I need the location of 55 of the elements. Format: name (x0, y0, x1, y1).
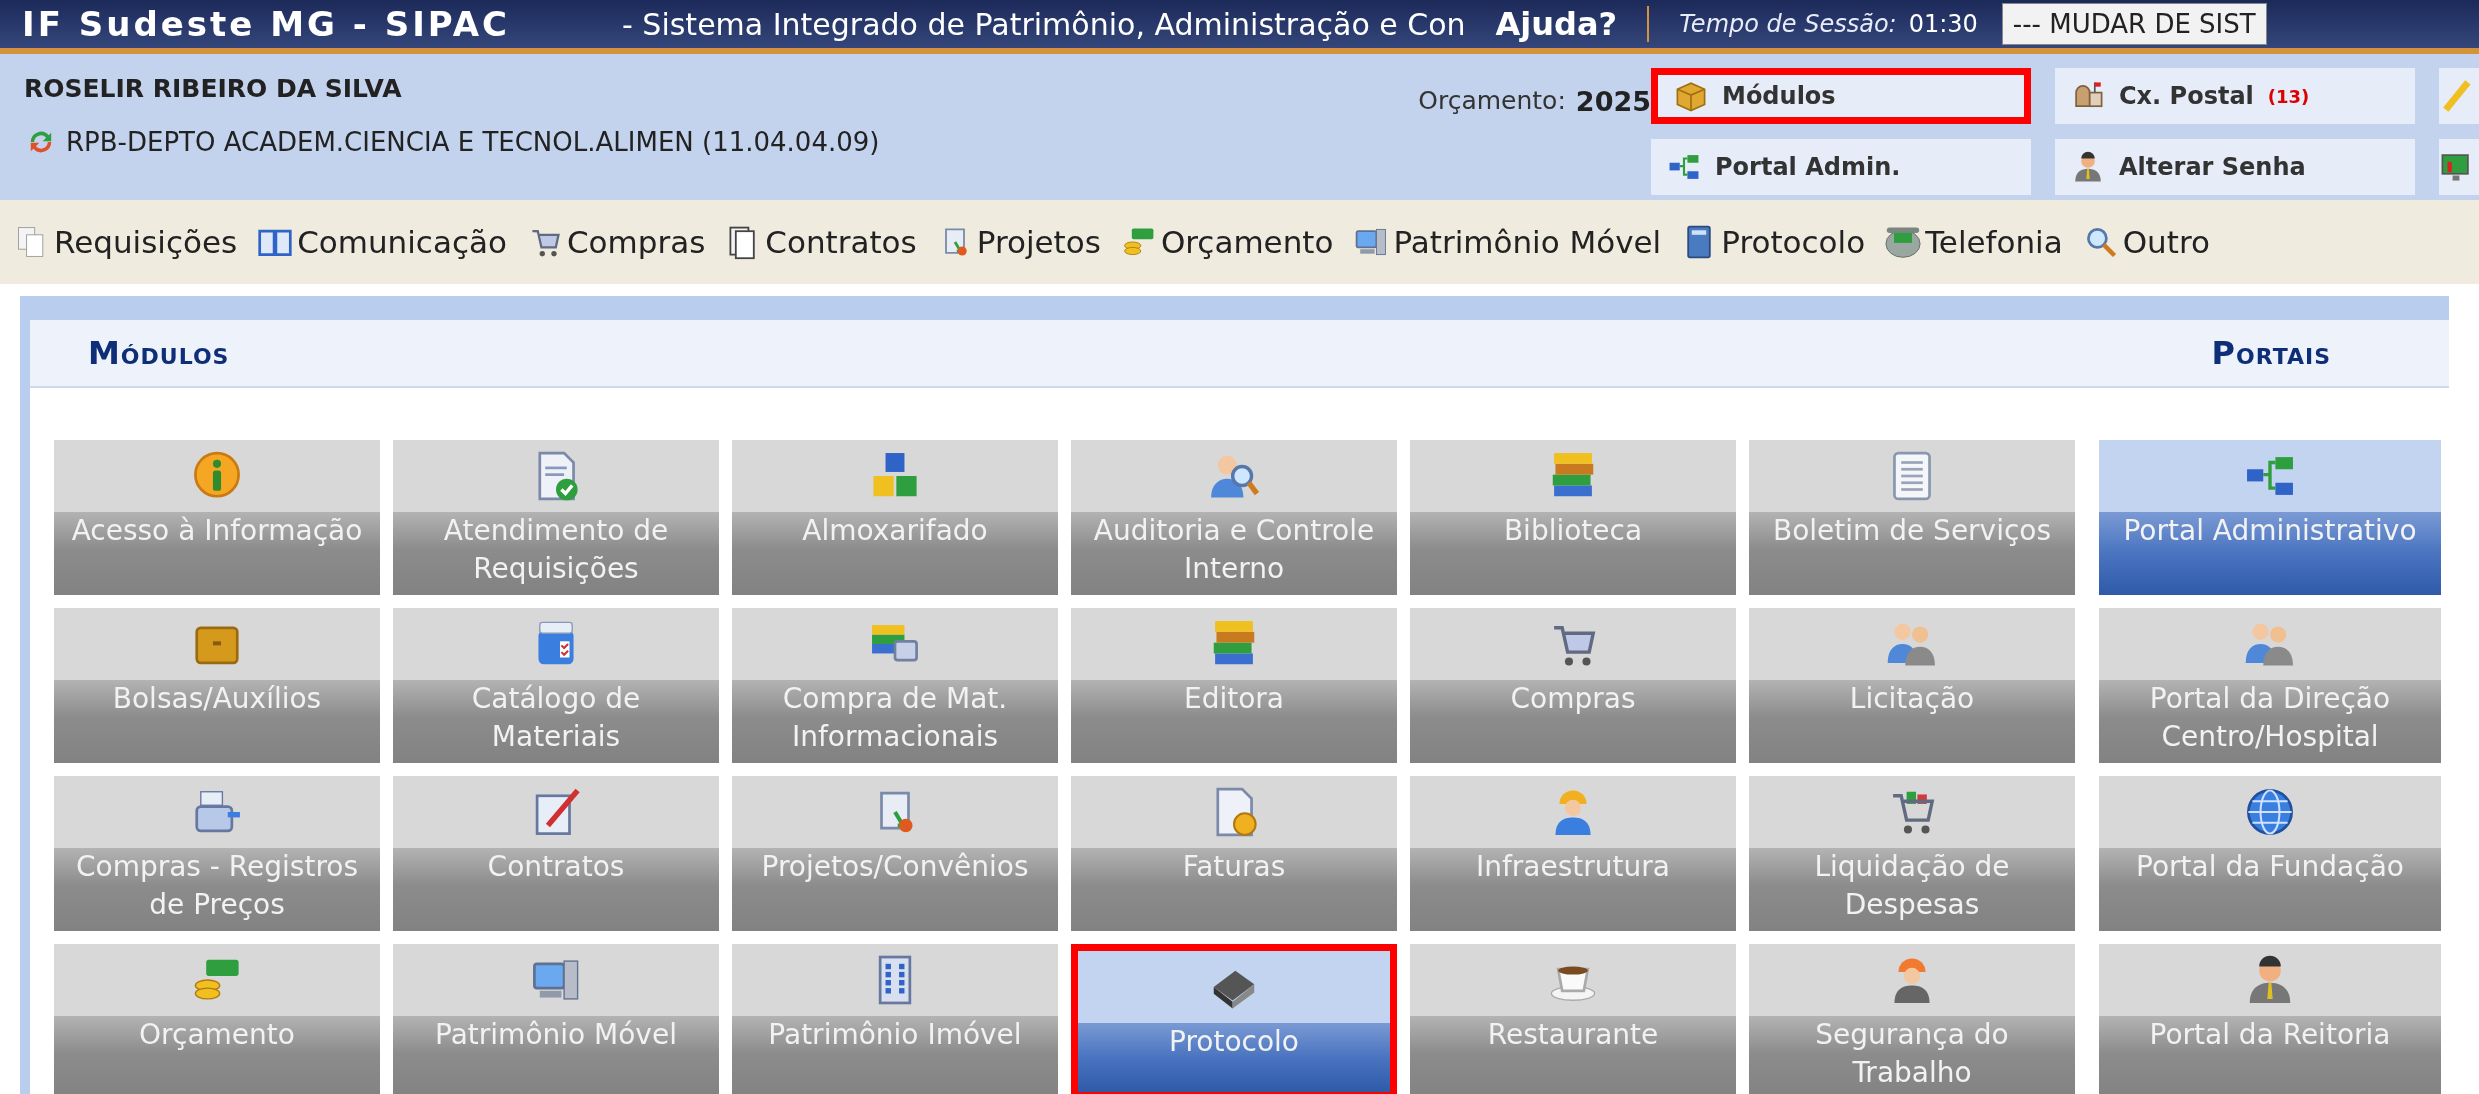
module-tile[interactable]: Biblioteca (1410, 440, 1736, 595)
session-time: 01:30 (1908, 10, 1978, 38)
module-tile[interactable]: Liquidação de Despesas (1749, 776, 2075, 931)
budget-label: Orçamento: (1418, 86, 1566, 115)
system-title: - Sistema Integrado de Patrimônio, Administração e Con (622, 6, 1466, 42)
module-tile[interactable]: Compra de Mat. Informacionais (732, 608, 1058, 763)
shortcut-button[interactable]: Portal Admin. (1651, 139, 2031, 195)
module-tile[interactable]: Compras - Registros de Preços (54, 776, 380, 931)
module-tile[interactable]: Orçamento (54, 944, 380, 1094)
module-tile[interactable]: Catálogo de Materiais (393, 608, 719, 763)
menu-item[interactable]: Patrimônio Móvel (1393, 224, 1662, 260)
menu-item[interactable]: Orçamento (1160, 224, 1334, 260)
shortcut-button[interactable]: Cx. Postal (13) (2055, 68, 2415, 124)
module-tile[interactable]: Editora (1071, 608, 1397, 763)
menu-item[interactable]: Compras (566, 224, 706, 260)
session-label: Tempo de Sessão: (1679, 10, 1897, 38)
module-tile[interactable]: Infraestrutura (1410, 776, 1736, 931)
module-tile[interactable]: Patrimônio Móvel (393, 944, 719, 1094)
menu-item[interactable]: Telefonia (1925, 224, 2063, 260)
module-tile[interactable]: Bolsas/Auxílios (54, 608, 380, 763)
module-tile[interactable]: Portal da Fundação (2099, 776, 2441, 931)
module-tile[interactable]: Portal da Reitoria (2099, 944, 2441, 1094)
user-name: ROSELIR RIBEIRO DA SILVA (24, 74, 403, 103)
module-tile[interactable]: Protocolo (1071, 944, 1397, 1094)
modules-heading: Módulos (88, 334, 230, 372)
menu-item[interactable]: Comunicação (297, 224, 507, 260)
module-tile[interactable]: Patrimônio Imóvel (732, 944, 1058, 1094)
count-label: (13) (2267, 85, 2310, 107)
module-tile[interactable]: Restaurante (1410, 944, 1736, 1094)
module-tile[interactable]: Contratos (393, 776, 719, 931)
module-tile[interactable]: Portal da Direção Centro/Hospital (2099, 608, 2441, 763)
system-name: IF Sudeste MG - SIPAC (21, 4, 511, 44)
module-tile[interactable]: Projetos/Convênios (732, 776, 1058, 931)
menu-item[interactable]: Protocolo (1721, 224, 1866, 260)
shortcut-button[interactable]: Alterar Senha (2055, 139, 2415, 195)
menu-item[interactable]: Requisições (54, 224, 238, 260)
module-tile[interactable]: Compras (1410, 608, 1736, 763)
system-select[interactable]: --- MUDAR DE SIST (2001, 3, 2267, 45)
module-tile[interactable]: Segurança do Trabalho (1749, 944, 2075, 1094)
menu-item[interactable]: Projetos (976, 224, 1101, 260)
menu-item[interactable]: Contratos (765, 224, 917, 260)
module-tile[interactable]: Atendimento de Requisições (393, 440, 719, 595)
portals-heading: Portais (2211, 334, 2331, 372)
menu-item[interactable]: Outro (2122, 224, 2210, 260)
unit-name: RPB-DEPTO ACADEM.CIENCIA E TECNOL.ALIMEN (11.04.04.09) (66, 127, 880, 157)
module-tile[interactable]: Boletim de Serviços (1749, 440, 2075, 595)
module-tile[interactable]: Auditoria e Controle Interno (1071, 440, 1397, 595)
budget-year: 2025 (1575, 86, 1651, 117)
module-tile[interactable]: Portal Administrativo (2099, 440, 2441, 595)
shortcut-button[interactable]: Módulos (1651, 68, 2031, 124)
help-link[interactable]: Ajuda? (1495, 5, 1618, 43)
module-tile[interactable]: Acesso à Informação (54, 440, 380, 595)
module-tile[interactable]: Faturas (1071, 776, 1397, 931)
module-tile[interactable]: Almoxarifado (732, 440, 1058, 595)
module-tile[interactable]: Licitação (1749, 608, 2075, 763)
